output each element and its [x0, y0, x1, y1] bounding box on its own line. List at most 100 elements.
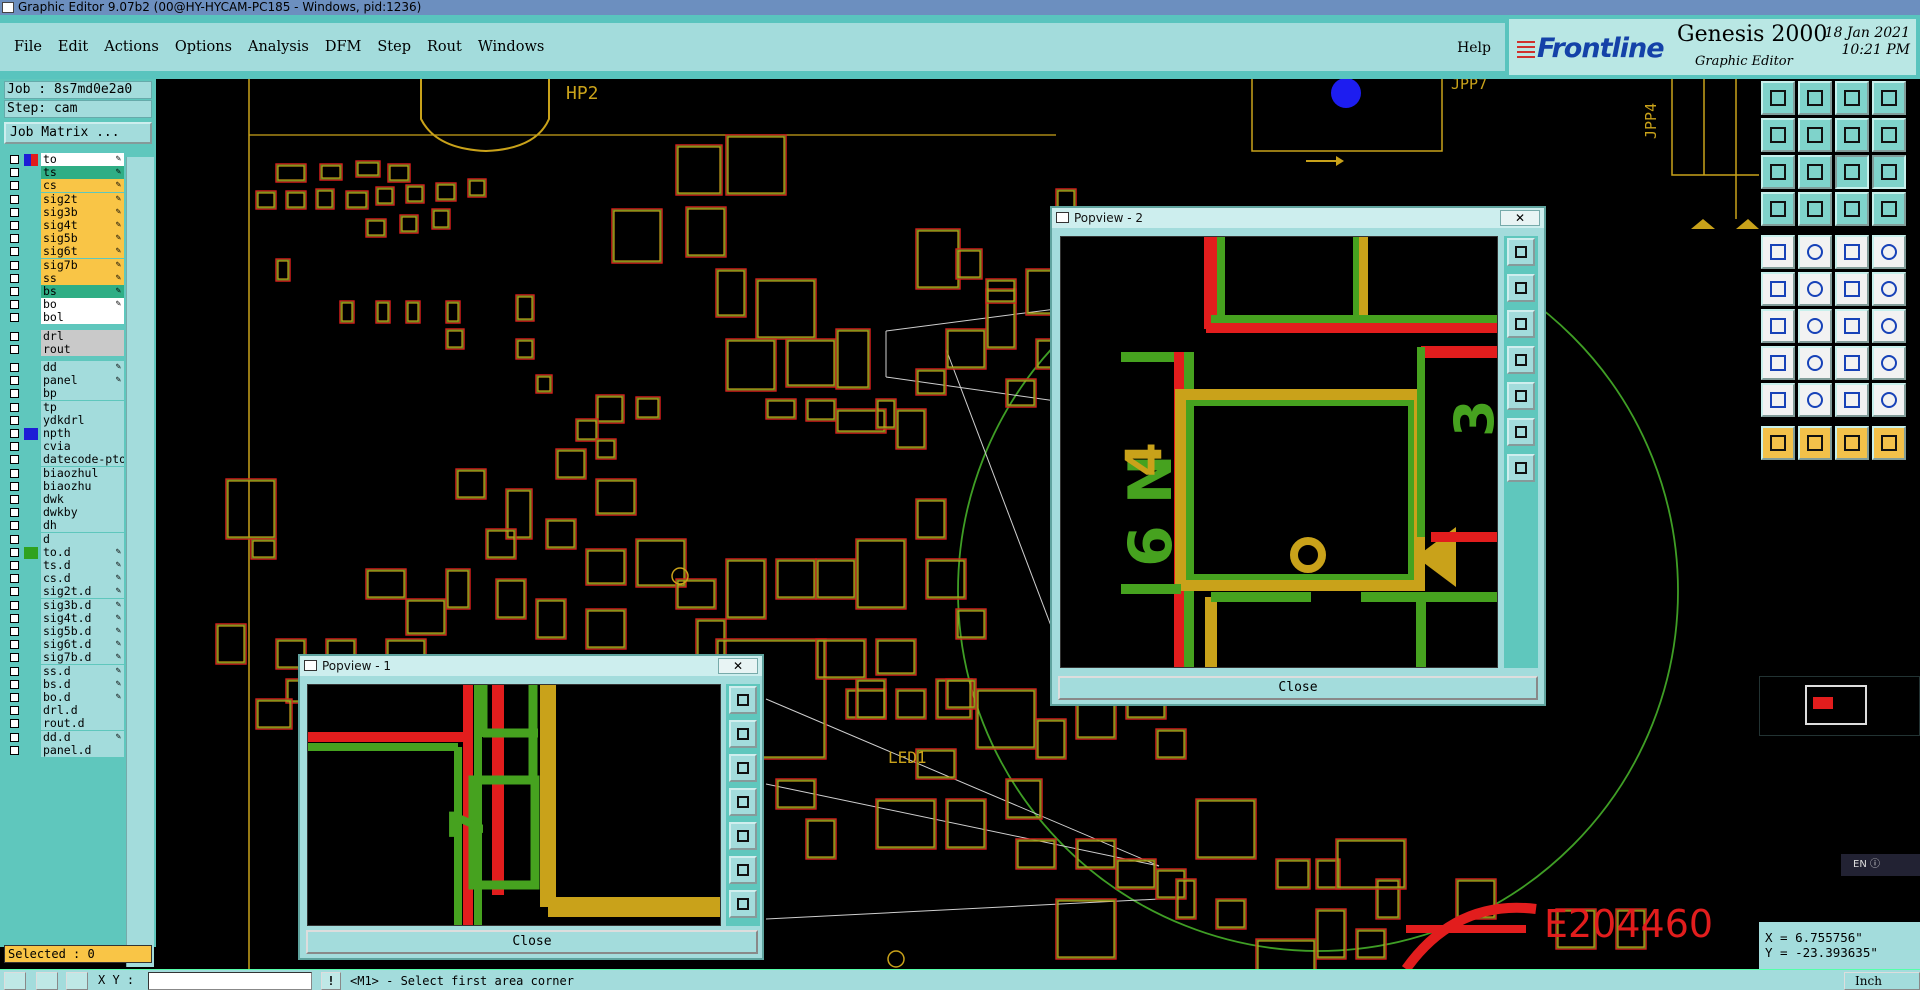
pick-tool-icon[interactable] — [1798, 426, 1832, 460]
surface-tool-icon[interactable] — [1761, 383, 1795, 417]
menu-dfm[interactable]: DFM — [325, 39, 362, 55]
layer-name[interactable]: cs.d ✎ — [41, 572, 124, 586]
layer-name[interactable]: ss.d ✎ — [41, 664, 124, 678]
layer-row-dwk[interactable]: dwk — [6, 493, 124, 507]
layer-checkbox[interactable] — [10, 155, 19, 164]
layer-name[interactable]: dwkby — [41, 506, 124, 520]
layer-name[interactable]: sig2t ✎ — [41, 192, 124, 206]
info-tool-icon[interactable] — [1872, 155, 1906, 189]
layer-row-ydkdrl[interactable]: ydkdrl — [6, 413, 124, 428]
arc-tool-icon[interactable] — [1761, 309, 1795, 343]
popview-fit-button[interactable] — [729, 686, 757, 714]
layer-row-sig3b[interactable]: sig3b ✎ — [6, 205, 124, 220]
popview-pan-right-button[interactable] — [1507, 382, 1535, 410]
menu-actions[interactable]: Actions — [104, 39, 159, 55]
layer-name[interactable]: sig5b ✎ — [41, 232, 124, 246]
layer-checkbox[interactable] — [10, 547, 19, 557]
add-hole-tool-icon[interactable] — [1872, 235, 1906, 269]
layer-checkbox[interactable] — [10, 247, 19, 257]
layer-checkbox[interactable] — [10, 313, 19, 323]
layer-checkbox[interactable] — [10, 234, 19, 244]
cross-icon[interactable] — [36, 972, 58, 990]
layer-row-sig4t[interactable]: sig4t ✎ — [6, 219, 124, 233]
layer-name[interactable]: dd ✎ — [41, 361, 124, 374]
popview-1-close-button[interactable]: Close — [306, 930, 758, 954]
layer-checkbox[interactable] — [10, 679, 19, 689]
measure-tool-icon[interactable] — [1761, 192, 1795, 226]
layer-row-drl-d[interactable]: drl.d — [6, 704, 124, 718]
popview-2-close-button[interactable]: Close — [1058, 676, 1538, 700]
menu-step[interactable]: Step — [377, 39, 411, 55]
layer-tool-icon[interactable] — [1835, 192, 1869, 226]
layer-row-panel[interactable]: panel ✎ — [6, 374, 124, 388]
layer-name[interactable]: to.d ✎ — [41, 545, 124, 559]
layer-name[interactable]: sig2t.d ✎ — [41, 585, 124, 599]
layer-checkbox[interactable] — [10, 181, 19, 191]
popview-zoom-out-button[interactable] — [1507, 310, 1535, 338]
layer-row-sig7b-d[interactable]: sig7b.d ✎ — [6, 651, 124, 665]
popview-pan-right-button[interactable] — [729, 822, 757, 850]
layer-row-dd-d[interactable]: dd.d ✎ — [6, 730, 124, 745]
node-tool-icon[interactable] — [1761, 346, 1795, 380]
layer-row-dwkby[interactable]: dwkby — [6, 506, 124, 520]
layer-row-dd[interactable]: dd ✎ — [6, 361, 124, 375]
layer-name[interactable]: bs ✎ — [41, 285, 124, 298]
layer-name[interactable]: sig4t.d ✎ — [41, 611, 124, 625]
layer-row-rout[interactable]: rout — [6, 342, 124, 357]
layer-name[interactable]: bp — [41, 387, 124, 401]
add-pad-tool-icon[interactable] — [1761, 235, 1795, 269]
popview-zoom-in-button[interactable] — [729, 720, 757, 748]
layer-row-sig5b-d[interactable]: sig5b.d ✎ — [6, 625, 124, 639]
layer-row-ss-d[interactable]: ss.d ✎ — [6, 664, 124, 679]
layer-checkbox[interactable] — [10, 207, 19, 217]
layer-checkbox[interactable] — [10, 693, 19, 702]
layer-row-cs-d[interactable]: cs.d ✎ — [6, 572, 124, 586]
layer-name[interactable]: panel.d — [41, 743, 124, 757]
resize-tool-icon[interactable] — [1872, 272, 1906, 306]
contour-tool-icon[interactable] — [1872, 383, 1906, 417]
layer-name[interactable]: sig6t ✎ — [41, 245, 124, 259]
layer-checkbox[interactable] — [10, 508, 19, 518]
fit-tool-icon[interactable] — [1761, 155, 1795, 189]
layer-row-d[interactable]: d — [6, 532, 124, 547]
layer-row-bp[interactable]: bp — [6, 387, 124, 401]
layer-row-bo[interactable]: bo ✎ — [6, 298, 124, 312]
layer-row-sig7b[interactable]: sig7b ✎ — [6, 258, 124, 273]
menu-analysis[interactable]: Analysis — [248, 39, 309, 55]
scale-tool-icon[interactable] — [1835, 155, 1869, 189]
delete-tool-icon[interactable] — [1798, 272, 1832, 306]
popview-home-button[interactable] — [1507, 418, 1535, 446]
popview-2-window[interactable]: Popview - 2 ✕ 6 N 4 3 — [1050, 206, 1546, 706]
layer-name[interactable]: bol — [41, 311, 124, 325]
layer-checkbox[interactable] — [10, 745, 19, 755]
layer-row-drl[interactable]: drl — [6, 329, 124, 344]
layer-checkbox[interactable] — [10, 194, 19, 204]
layer-name[interactable]: datecode-pto — [41, 453, 124, 467]
popview-pan-left-button[interactable] — [729, 788, 757, 816]
menu-windows[interactable]: Windows — [478, 39, 545, 55]
layer-checkbox[interactable] — [10, 627, 19, 636]
layer-row-sig5b[interactable]: sig5b ✎ — [6, 232, 124, 246]
layer-name[interactable]: ss ✎ — [41, 271, 124, 285]
undo-tool-icon[interactable] — [1835, 118, 1869, 152]
popview-2-titlebar[interactable]: Popview - 2 — [1052, 208, 1544, 228]
grid-tool-icon[interactable] — [1798, 192, 1832, 226]
layer-checkbox[interactable] — [10, 495, 19, 504]
layer-name[interactable]: tp — [41, 400, 124, 414]
layer-checkbox[interactable] — [10, 221, 19, 230]
layer-row-bol[interactable]: bol — [6, 311, 124, 325]
layer-row-biaozhu[interactable]: biaozhu — [6, 479, 124, 494]
layer-name[interactable]: sig7b ✎ — [41, 258, 124, 272]
grid-icon[interactable] — [66, 972, 88, 990]
home-tool-icon[interactable] — [1835, 81, 1869, 115]
layer-row-sig2t-d[interactable]: sig2t.d ✎ — [6, 585, 124, 599]
popview-2-view[interactable]: 6 N 4 3 — [1060, 236, 1498, 668]
popview-center-button[interactable] — [1507, 454, 1535, 482]
layer-row-sig4t-d[interactable]: sig4t.d ✎ — [6, 611, 124, 626]
mirror-tool-icon[interactable] — [1872, 309, 1906, 343]
layer-checkbox[interactable] — [10, 402, 19, 412]
layer-checkbox[interactable] — [10, 273, 19, 283]
layer-list-scrollbar[interactable] — [126, 157, 154, 967]
rotate-tool-icon[interactable] — [1835, 309, 1869, 343]
layer-name[interactable]: sig6t.d ✎ — [41, 638, 124, 652]
